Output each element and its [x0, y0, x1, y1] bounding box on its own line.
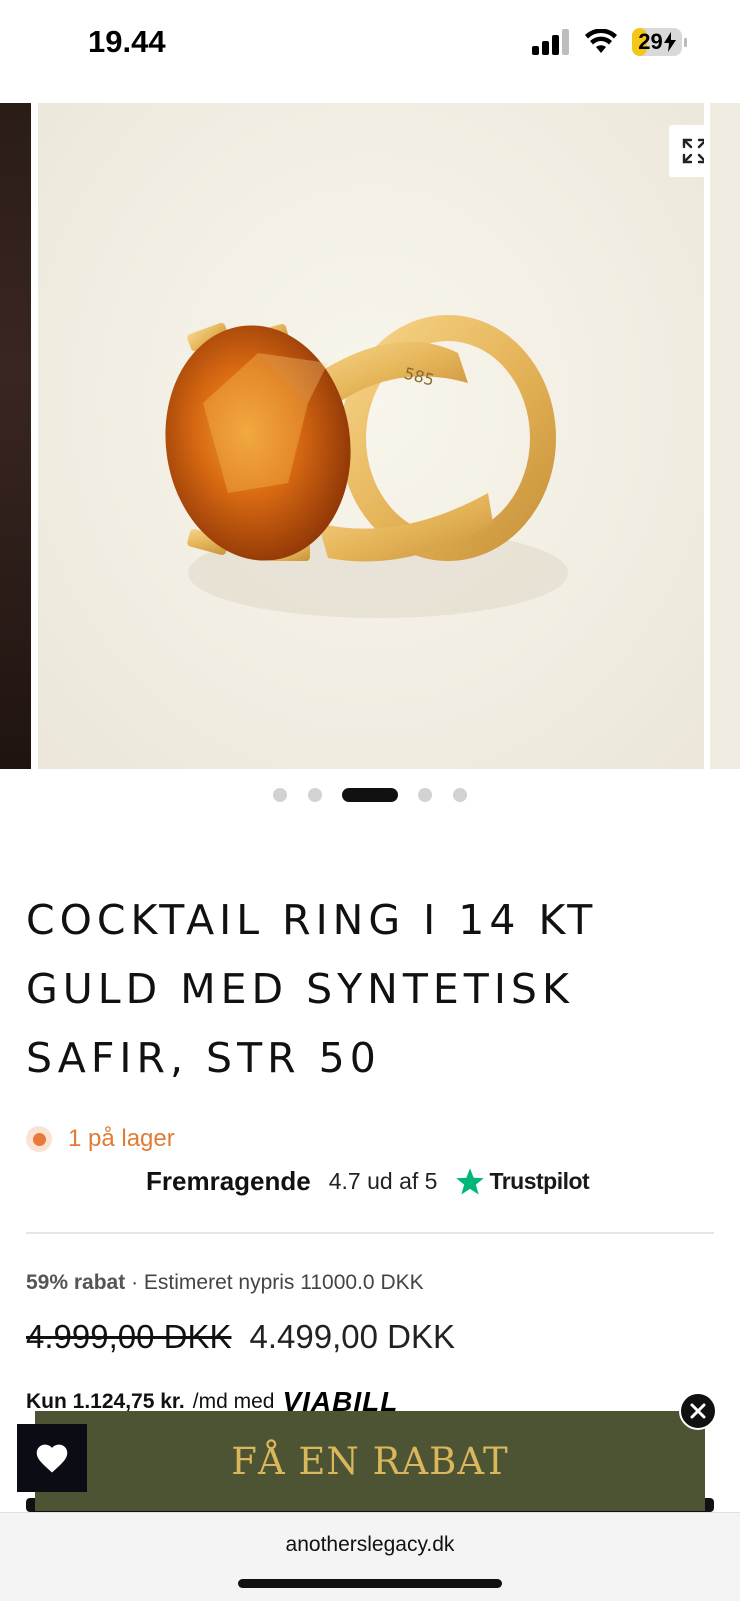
pagination-dot[interactable]: [418, 788, 432, 802]
battery-tip: [684, 38, 687, 47]
url-text[interactable]: anotherslegacy.dk: [0, 1533, 740, 1557]
gallery-slide-previous[interactable]: [0, 103, 31, 769]
pagination-dot[interactable]: [273, 788, 287, 802]
status-icons: 29: [532, 28, 687, 56]
battery-percent: 29: [638, 29, 663, 54]
stock-text: 1 på lager: [68, 1125, 175, 1152]
trustpilot-brand-text: Trustpilot: [489, 1168, 590, 1194]
wifi-icon: [585, 29, 617, 53]
expand-icon: [682, 138, 704, 164]
cellular-signal-icon: [532, 29, 569, 55]
expand-image-button[interactable]: [669, 125, 704, 177]
divider: [26, 1232, 714, 1234]
battery-charging-icon: 29: [632, 28, 687, 56]
promo-close-button[interactable]: [679, 1392, 717, 1430]
bolt-icon: [663, 32, 676, 52]
price-block: 4.999,00 DKK 4.499,00 DKK: [26, 1318, 455, 1356]
product-image: 585: [165, 315, 568, 618]
price-current: 4.499,00 DKK: [249, 1318, 455, 1355]
product-title: COCKTAIL RING I 14 KT GULD MED SYNTETISK…: [26, 896, 598, 1082]
trustpilot-rating-word: Fremragende: [146, 1166, 311, 1196]
trustpilot-logo: Trustpilot: [455, 1167, 590, 1197]
pagination-dot[interactable]: [453, 788, 467, 802]
gallery-slide-next[interactable]: [710, 103, 740, 769]
trustpilot-score: 4.7 ud af 5: [328, 1168, 438, 1194]
estimated-new-price: · Estimeret nypris 11000.0 DKK: [131, 1271, 424, 1294]
stock-indicator-icon: [26, 1126, 52, 1152]
pagination-dot[interactable]: [308, 788, 322, 802]
wishlist-button[interactable]: [17, 1424, 87, 1492]
gallery-slide-active[interactable]: 585: [38, 103, 704, 769]
gallery-pagination: [0, 785, 740, 805]
discount-info: 59% rabat · Estimeret nypris 11000.0 DKK: [26, 1271, 424, 1295]
close-icon: [690, 1403, 706, 1419]
heart-icon: [36, 1444, 68, 1473]
discount-label: 59% rabat: [26, 1271, 126, 1294]
promo-banner-button[interactable]: FÅ EN RABAT: [35, 1411, 705, 1511]
promo-label: FÅ EN RABAT: [231, 1439, 509, 1483]
trustpilot-star-icon: [456, 1167, 485, 1194]
pagination-dot-active[interactable]: [342, 788, 398, 802]
status-bar: 19.44 29: [0, 0, 740, 100]
price-original: 4.999,00 DKK: [26, 1318, 232, 1355]
status-time: 19.44: [88, 24, 166, 59]
product-gallery[interactable]: 585: [0, 103, 740, 769]
home-indicator[interactable]: [238, 1579, 502, 1588]
trustpilot-widget[interactable]: Fremragende 4.7 ud af 5 Trustpilot: [146, 1166, 590, 1197]
stock-status: 1 på lager: [26, 1125, 175, 1153]
